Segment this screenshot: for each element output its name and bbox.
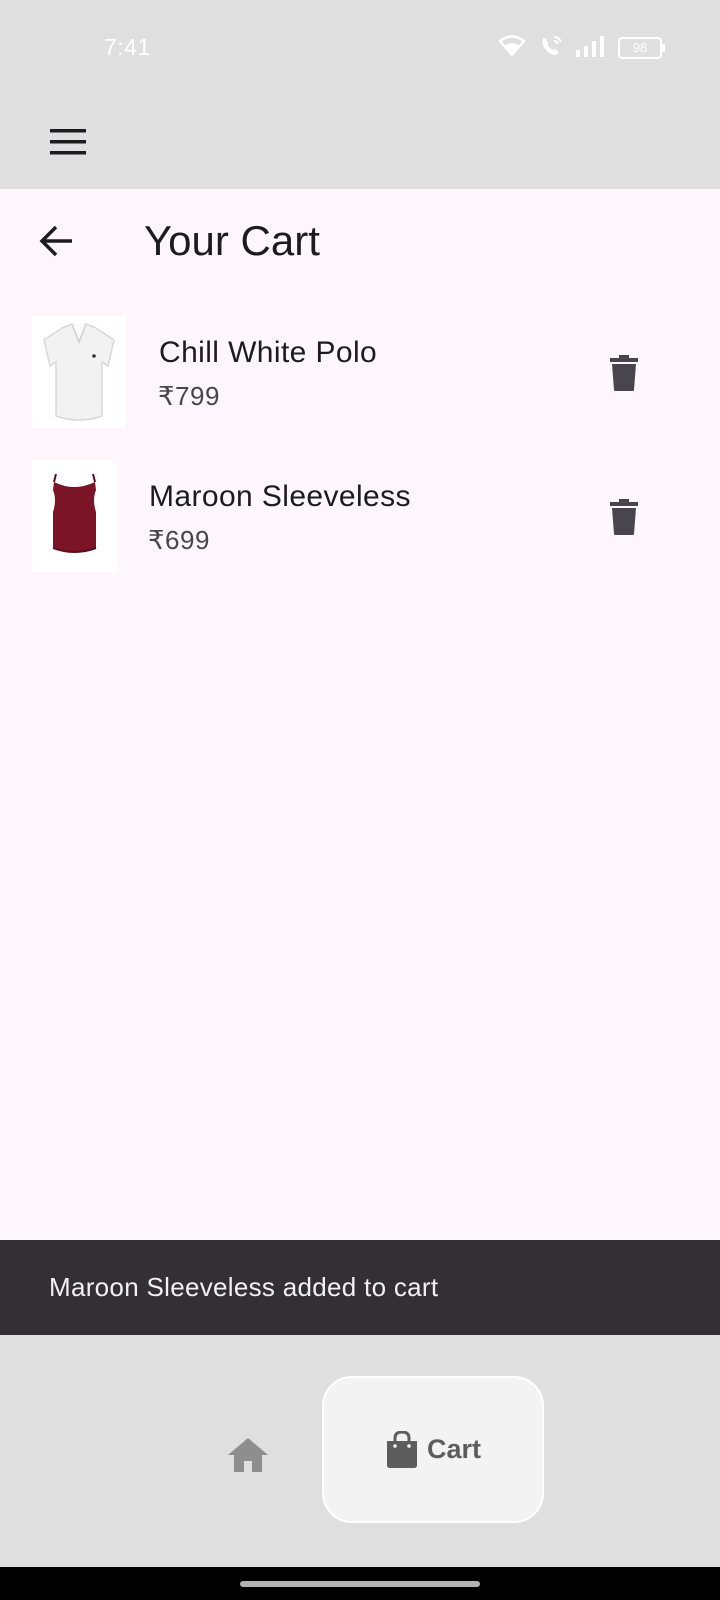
snackbar-message: Maroon Sleeveless added to cart [49,1272,439,1302]
product-thumbnail-maroon-sleeveless [32,460,117,572]
signal-icon [576,35,606,62]
battery-icon: 98 [618,37,665,59]
shopping-bag-icon [386,1430,417,1468]
gesture-handle[interactable] [240,1581,480,1587]
cart-item: Chill White Polo ₹799 [0,316,720,432]
status-icons: 98 [498,34,665,63]
status-bar: 7:41 98 [0,0,720,96]
item-name: Chill White Polo [159,336,378,369]
top-app-bar [0,96,720,189]
product-thumbnail-white-polo [32,316,126,428]
system-gesture-bar [0,1567,720,1600]
delete-icon[interactable] [600,349,648,397]
snackbar: Maroon Sleeveless added to cart [0,1240,720,1335]
nav-cart-label: Cart [426,1434,481,1464]
page-title: Your Cart [144,217,320,264]
wifi-call-icon [538,34,564,63]
nav-home-button[interactable] [222,1431,274,1479]
home-icon [228,1438,268,1472]
bottom-navigation: Cart [0,1335,720,1567]
status-time: 7:41 [104,34,151,60]
hamburger-menu-icon[interactable] [44,118,92,166]
wifi-icon [498,34,526,62]
delete-icon[interactable] [600,493,648,541]
item-name: Maroon Sleeveless [149,480,411,513]
back-arrow-icon[interactable] [32,217,80,265]
item-price: ₹799 [158,381,220,411]
cart-item: Maroon Sleeveless ₹699 [0,460,720,576]
item-price: ₹699 [148,525,210,555]
cart-screen: Your Cart Chill White Polo ₹799 Maroon S… [0,189,720,1240]
nav-cart-button[interactable]: Cart [322,1376,544,1523]
